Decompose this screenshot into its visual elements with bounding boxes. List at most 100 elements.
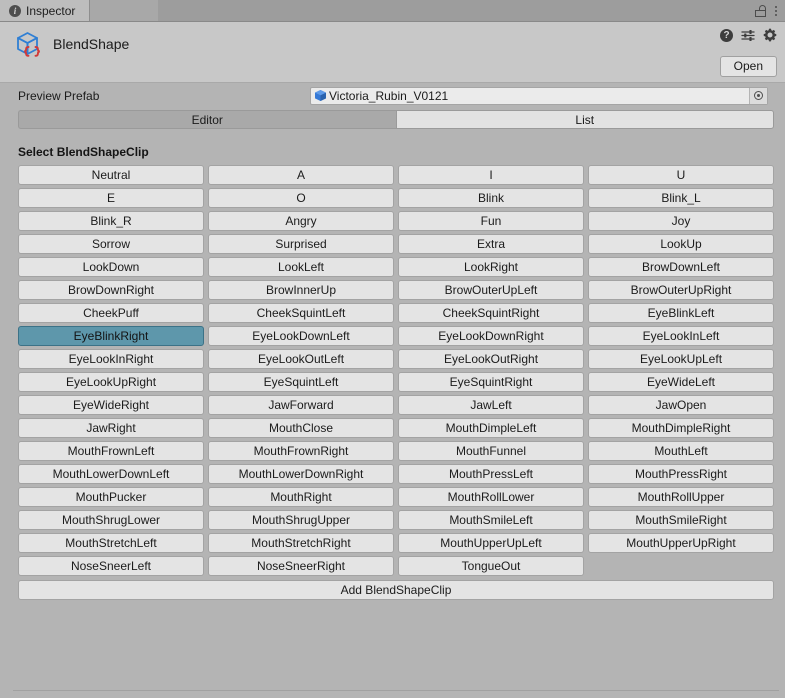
blendshapeclip-button[interactable]: LookLeft <box>208 257 394 277</box>
blendshapeclip-button[interactable]: MouthRollLower <box>398 487 584 507</box>
blendshapeclip-button[interactable]: EyeLookDownRight <box>398 326 584 346</box>
blendshapeclip-button[interactable]: EyeWideRight <box>18 395 204 415</box>
blendshapeclip-button[interactable]: MouthLowerDownRight <box>208 464 394 484</box>
blendshapeclip-button[interactable]: EyeSquintLeft <box>208 372 394 392</box>
asset-title-row: BlendShape <box>8 29 777 59</box>
gear-icon[interactable] <box>763 28 777 42</box>
blendshapeclip-button[interactable]: EyeLookUpLeft <box>588 349 774 369</box>
blendshapeclip-grid: Neutral A I U E O Blink Blink_L Blink_R Angry Fun J… <box>18 165 774 576</box>
blendshapeclip-button[interactable]: MouthDimpleRight <box>588 418 774 438</box>
blendshapeclip-button[interactable]: JawRight <box>18 418 204 438</box>
blendshapeclip-button[interactable]: MouthLeft <box>588 441 774 461</box>
blendshapeclip-button[interactable]: BrowDownRight <box>18 280 204 300</box>
blendshapeclip-button[interactable]: MouthUpperUpLeft <box>398 533 584 553</box>
preview-prefab-row: Preview Prefab Victoria_Rubin_V0121 <box>5 83 780 108</box>
blendshapeclip-button[interactable]: A <box>208 165 394 185</box>
blendshapeclip-button[interactable]: Fun <box>398 211 584 231</box>
blendshapeclip-button[interactable]: BrowInnerUp <box>208 280 394 300</box>
blendshapeclip-button[interactable]: EyeSquintRight <box>398 372 584 392</box>
blendshapeclip-button[interactable]: I <box>398 165 584 185</box>
blendshapeclip-button[interactable]: MouthStretchLeft <box>18 533 204 553</box>
blendshapeclip-button[interactable]: EyeBlinkLeft <box>588 303 774 323</box>
blendshapeclip-button[interactable]: MouthLowerDownLeft <box>18 464 204 484</box>
inspector-header: BlendShape ? Open <box>0 22 785 83</box>
blendshapeclip-button[interactable]: MouthFrownLeft <box>18 441 204 461</box>
blendshapeclip-button[interactable]: CheekSquintRight <box>398 303 584 323</box>
blendshapeclip-button[interactable]: MouthPucker <box>18 487 204 507</box>
help-icon[interactable]: ? <box>720 28 733 42</box>
blendshapeclip-button[interactable]: NoseSneerLeft <box>18 556 204 576</box>
blendshapeclip-button[interactable]: NoseSneerRight <box>208 556 394 576</box>
blendshapeclip-button[interactable]: EyeLookOutRight <box>398 349 584 369</box>
blendshapeclip-button[interactable]: Neutral <box>18 165 204 185</box>
blendshapeclip-button[interactable]: EyeBlinkRight <box>18 326 204 346</box>
blendshapeclip-button[interactable]: EyeWideLeft <box>588 372 774 392</box>
blendshapeclip-button[interactable]: MouthPressLeft <box>398 464 584 484</box>
blendshapeclip-button[interactable]: MouthFunnel <box>398 441 584 461</box>
window-tab-bar: i Inspector <box>0 0 785 22</box>
blendshapeclip-button[interactable]: MouthSmileLeft <box>398 510 584 530</box>
blendshapeclip-button[interactable]: Joy <box>588 211 774 231</box>
tab-bar-controls <box>755 0 785 21</box>
blendshapeclip-button[interactable]: MouthFrownRight <box>208 441 394 461</box>
blendshapeclip-button[interactable]: EyeLookInRight <box>18 349 204 369</box>
blendshapeclip-button[interactable]: Sorrow <box>18 234 204 254</box>
blendshapeclip-button[interactable]: EyeLookInLeft <box>588 326 774 346</box>
blendshapeclip-button[interactable]: Extra <box>398 234 584 254</box>
blendshapeclip-button[interactable]: LookUp <box>588 234 774 254</box>
blendshapeclip-button[interactable]: U <box>588 165 774 185</box>
blendshapeclip-button[interactable]: MouthRollUpper <box>588 487 774 507</box>
blendshapeclip-button[interactable]: BrowOuterUpLeft <box>398 280 584 300</box>
preview-prefab-value: Victoria_Rubin_V0121 <box>329 88 449 103</box>
blendshapeclip-button[interactable]: TongueOut <box>398 556 584 576</box>
blendshapeclip-button[interactable]: BrowOuterUpRight <box>588 280 774 300</box>
blendshapeclip-button[interactable]: MouthClose <box>208 418 394 438</box>
open-button[interactable]: Open <box>719 56 777 77</box>
lock-icon[interactable] <box>755 4 766 17</box>
blendshapeclip-button[interactable]: EyeLookDownLeft <box>208 326 394 346</box>
blendshapeclip-button[interactable]: MouthShrugLower <box>18 510 204 530</box>
mode-tab-group: Editor List <box>18 110 774 129</box>
inspector-header-icons: ? <box>720 28 777 42</box>
grid-empty-cell <box>588 556 774 576</box>
blendshapeclip-button[interactable]: MouthRight <box>208 487 394 507</box>
blendshapeclip-button[interactable]: MouthPressRight <box>588 464 774 484</box>
blendshapeclip-button[interactable]: MouthStretchRight <box>208 533 394 553</box>
blendshapeclip-button[interactable]: CheekSquintLeft <box>208 303 394 323</box>
blendshapeclip-button[interactable]: LookDown <box>18 257 204 277</box>
blendshapeclip-button[interactable]: EyeLookUpRight <box>18 372 204 392</box>
kebab-menu-icon[interactable] <box>775 5 777 17</box>
blendshapeclip-button[interactable]: JawOpen <box>588 395 774 415</box>
bottom-divider <box>13 690 779 691</box>
blendshapeclip-button[interactable]: E <box>18 188 204 208</box>
asset-title: BlendShape <box>53 36 130 52</box>
blendshapeclip-button[interactable]: LookRight <box>398 257 584 277</box>
blendshapeclip-button[interactable]: MouthDimpleLeft <box>398 418 584 438</box>
object-picker-target-icon[interactable] <box>749 87 767 104</box>
tab-inspector[interactable]: i Inspector <box>0 0 90 21</box>
blendshapeclip-button[interactable]: JawLeft <box>398 395 584 415</box>
prefab-cube-icon <box>314 89 327 102</box>
blendshapeclip-button[interactable]: Surprised <box>208 234 394 254</box>
add-blendshapeclip-button[interactable]: Add BlendShapeClip <box>18 580 774 600</box>
blendshapeclip-button[interactable]: JawForward <box>208 395 394 415</box>
tab-list[interactable]: List <box>395 110 774 129</box>
scriptable-object-cube-icon <box>13 29 43 59</box>
preset-sliders-icon[interactable] <box>741 29 755 42</box>
blendshapeclip-button[interactable]: Blink_L <box>588 188 774 208</box>
tab-bar-empty-slot <box>89 0 159 21</box>
blendshapeclip-button[interactable]: MouthSmileRight <box>588 510 774 530</box>
section-title-select-blendshapeclip: Select BlendShapeClip <box>18 145 149 159</box>
preview-prefab-object-field[interactable]: Victoria_Rubin_V0121 <box>310 86 768 105</box>
blendshapeclip-button[interactable]: O <box>208 188 394 208</box>
blendshapeclip-button[interactable]: MouthUpperUpRight <box>588 533 774 553</box>
inspector-body: Preview Prefab Victoria_Rubin_V0121 Edit… <box>0 83 785 698</box>
blendshapeclip-button[interactable]: CheekPuff <box>18 303 204 323</box>
blendshapeclip-button[interactable]: BrowDownLeft <box>588 257 774 277</box>
blendshapeclip-button[interactable]: Blink_R <box>18 211 204 231</box>
blendshapeclip-button[interactable]: Blink <box>398 188 584 208</box>
blendshapeclip-button[interactable]: EyeLookOutLeft <box>208 349 394 369</box>
blendshapeclip-button[interactable]: MouthShrugUpper <box>208 510 394 530</box>
blendshapeclip-button[interactable]: Angry <box>208 211 394 231</box>
tab-editor[interactable]: Editor <box>18 110 396 129</box>
